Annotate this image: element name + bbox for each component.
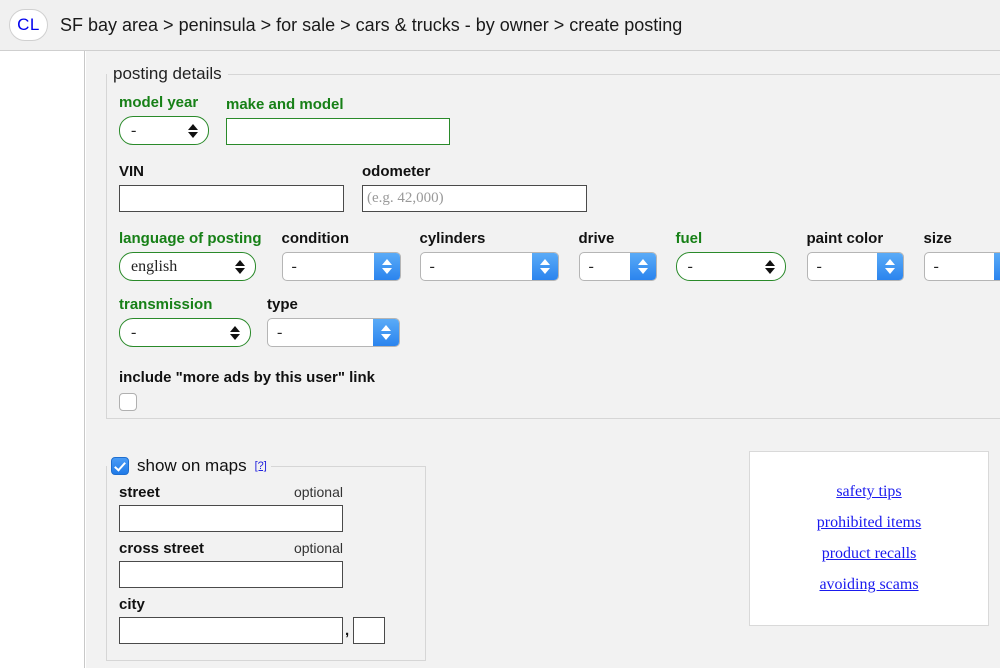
make-and-model-input[interactable]: [226, 118, 450, 145]
prohibited-items-link[interactable]: prohibited items: [817, 514, 921, 532]
drive-field: drive -: [578, 230, 657, 281]
language-of-posting-label: language of posting: [119, 230, 262, 247]
stepper-arrows-icon: [764, 259, 775, 274]
vin-input[interactable]: [119, 185, 344, 212]
transmission-select[interactable]: -: [119, 318, 251, 347]
model-year-label: model year: [119, 94, 199, 111]
type-label: type: [267, 296, 298, 313]
model-year-value: -: [131, 121, 137, 139]
transmission-field: transmission -: [119, 296, 251, 347]
paint-color-select[interactable]: -: [806, 252, 904, 281]
show-on-maps-checkbox[interactable]: [111, 457, 129, 475]
logo-text: CL: [17, 15, 40, 34]
chevron-updown-icon: [876, 253, 903, 280]
fuel-select[interactable]: -: [675, 252, 786, 281]
make-and-model-label: make and model: [226, 96, 344, 113]
avoiding-scams-link[interactable]: avoiding scams: [819, 576, 918, 594]
chevron-updown-icon: [993, 253, 1000, 280]
condition-select[interactable]: -: [281, 252, 401, 281]
size-select[interactable]: -: [923, 252, 1000, 281]
drive-value: -: [588, 257, 594, 275]
cross-street-optional-note: optional: [293, 540, 343, 556]
condition-field: condition -: [281, 230, 401, 281]
city-field: city ,: [119, 596, 425, 644]
type-value: -: [277, 323, 283, 341]
type-select[interactable]: -: [267, 318, 400, 347]
condition-label: condition: [281, 230, 350, 247]
show-on-maps-label: show on maps: [137, 456, 247, 475]
language-of-posting-value: english: [131, 257, 178, 275]
odometer-label: odometer: [362, 163, 431, 180]
language-of-posting-select[interactable]: english: [119, 252, 256, 281]
state-input[interactable]: [353, 617, 386, 644]
left-rail: [0, 51, 85, 668]
chevron-updown-icon: [373, 319, 399, 346]
size-label: size: [923, 230, 952, 247]
show-on-maps-legend: show on maps [?]: [107, 456, 271, 476]
help-question-icon[interactable]: [?]: [255, 460, 267, 472]
fuel-label: fuel: [675, 230, 703, 247]
size-value: -: [933, 257, 939, 275]
odometer-field: odometer: [362, 163, 587, 212]
more-ads-label: include "more ads by this user" link: [119, 369, 375, 386]
fuel-field: fuel -: [675, 230, 786, 281]
cylinders-value: -: [429, 257, 435, 275]
posting-details-fieldset: posting details model year - make and mo…: [106, 64, 1000, 419]
language-of-posting-field: language of posting english: [119, 230, 262, 281]
posting-details-legend: posting details: [113, 64, 222, 83]
product-recalls-link[interactable]: product recalls: [822, 545, 917, 563]
cross-street-input[interactable]: [119, 561, 343, 588]
street-input[interactable]: [119, 505, 343, 532]
stepper-arrows-icon: [230, 325, 240, 340]
odometer-input[interactable]: [362, 185, 587, 212]
show-on-maps-fieldset: show on maps [?] street optional cross s…: [106, 456, 426, 661]
paint-color-label: paint color: [806, 230, 884, 247]
cylinders-label: cylinders: [419, 230, 486, 247]
stepper-arrows-icon: [188, 123, 198, 138]
vin-label: VIN: [119, 163, 145, 180]
city-input[interactable]: [119, 617, 343, 644]
condition-value: -: [291, 257, 297, 275]
street-label: street: [119, 484, 160, 501]
fuel-value: -: [687, 257, 693, 275]
chevron-updown-icon: [373, 253, 400, 280]
city-state-separator: ,: [345, 622, 350, 639]
more-ads-field: include "more ads by this user" link: [119, 369, 1000, 411]
size-field: size -: [923, 230, 1000, 281]
drive-select[interactable]: -: [578, 252, 657, 281]
page-root: CL SF bay area > peninsula > for sale > …: [0, 0, 1000, 668]
model-year-select[interactable]: -: [119, 116, 209, 145]
street-field: street optional: [119, 484, 425, 532]
cross-street-label: cross street: [119, 540, 205, 557]
make-and-model-field: make and model: [226, 96, 450, 145]
cross-street-field: cross street optional: [119, 540, 425, 588]
cylinders-field: cylinders -: [419, 230, 559, 281]
model-year-field: model year -: [119, 94, 209, 145]
street-optional-note: optional: [293, 484, 343, 500]
site-header: CL SF bay area > peninsula > for sale > …: [0, 0, 1000, 51]
drive-label: drive: [578, 230, 615, 247]
paint-color-field: paint color -: [806, 230, 904, 281]
vin-field: VIN: [119, 163, 344, 212]
chevron-updown-icon: [531, 253, 558, 280]
help-links-box: safety tips prohibited items product rec…: [749, 451, 989, 626]
stepper-arrows-icon: [235, 259, 245, 274]
cylinders-select[interactable]: -: [419, 252, 559, 281]
more-ads-checkbox[interactable]: [119, 393, 137, 411]
city-label: city: [119, 596, 145, 613]
type-field: type -: [267, 296, 400, 347]
paint-color-value: -: [816, 257, 822, 275]
main-content: posting details model year - make and mo…: [86, 51, 1000, 668]
chevron-updown-icon: [629, 253, 656, 280]
transmission-value: -: [131, 323, 137, 341]
transmission-label: transmission: [119, 296, 213, 313]
craigslist-logo[interactable]: CL: [9, 9, 48, 41]
safety-tips-link[interactable]: safety tips: [836, 483, 901, 501]
breadcrumb[interactable]: SF bay area > peninsula > for sale > car…: [60, 15, 682, 36]
